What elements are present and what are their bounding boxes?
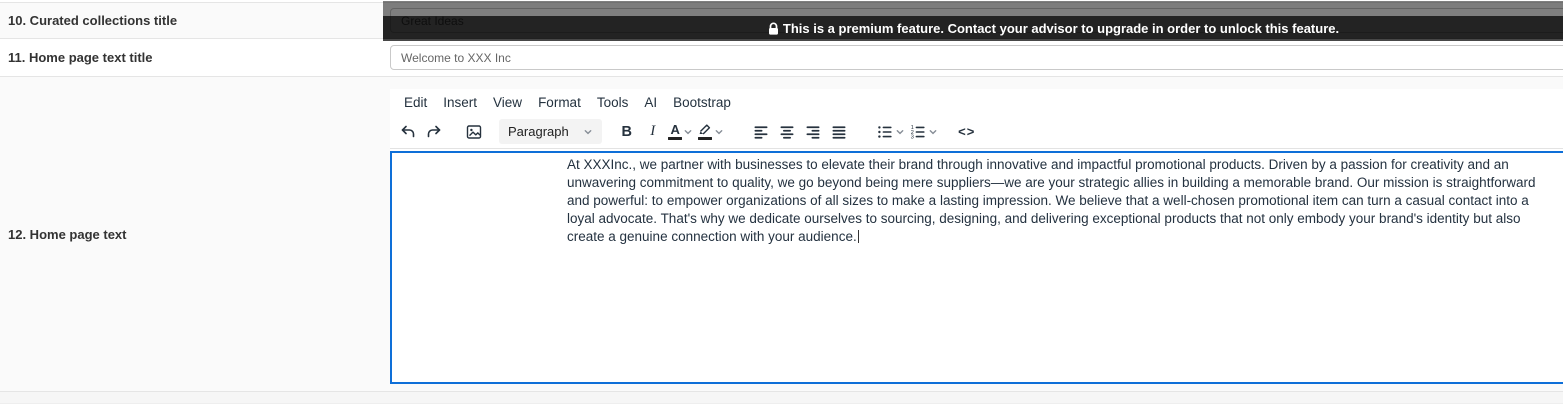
align-left-button[interactable]: [748, 119, 774, 145]
label-cell: 12. Home page text: [0, 77, 383, 391]
label-cell: 10. Curated collections title: [0, 3, 383, 38]
menu-edit[interactable]: Edit: [396, 92, 435, 113]
home-page-text-paragraph: At XXXInc., we partner with businesses t…: [567, 157, 1536, 244]
field-cell: This is a premium feature. Contact your …: [383, 1, 1563, 41]
menu-tools[interactable]: Tools: [589, 92, 637, 113]
numbered-list-icon: 1 2 3: [909, 123, 927, 141]
align-center-icon: [778, 123, 796, 141]
menu-insert[interactable]: Insert: [435, 92, 485, 113]
chevron-down-icon[interactable]: [928, 127, 938, 137]
lock-icon: [767, 22, 780, 36]
premium-lock-overlay: This is a premium feature. Contact your …: [383, 1, 1563, 41]
undo-button[interactable]: [395, 119, 421, 145]
highlight-color-button[interactable]: [696, 119, 726, 145]
rich-text-editor: Edit Insert View Format Tools AI Bootstr…: [390, 89, 1563, 384]
text-caret: [857, 230, 859, 243]
settings-form: 10. Curated collections title This is a …: [0, 1, 1563, 392]
premium-message-bar: This is a premium feature. Contact your …: [383, 16, 1563, 41]
field-label: 11. Home page text title: [8, 50, 153, 65]
bullet-list-icon: [876, 123, 894, 141]
editor-menubar: Edit Insert View Format Tools AI Bootstr…: [390, 89, 1563, 115]
undo-icon: [399, 123, 417, 141]
editor-content-area[interactable]: At XXXInc., we partner with businesses t…: [390, 151, 1563, 384]
highlight-icon: [698, 123, 713, 140]
bullet-list-button[interactable]: [874, 119, 907, 145]
align-right-icon: [804, 123, 822, 141]
justify-icon: [830, 123, 848, 141]
field-cell: [383, 39, 1563, 76]
menu-ai[interactable]: AI: [636, 92, 665, 113]
svg-text:3: 3: [911, 134, 914, 140]
align-right-button[interactable]: [800, 119, 826, 145]
insert-image-button[interactable]: [461, 119, 487, 145]
row-curated-collections-title: 10. Curated collections title This is a …: [0, 1, 1563, 41]
text-color-icon: A: [668, 123, 683, 140]
redo-button[interactable]: [421, 119, 447, 145]
paragraph-format-select[interactable]: Paragraph: [499, 119, 602, 144]
field-cell: Edit Insert View Format Tools AI Bootstr…: [383, 77, 1563, 391]
menu-view[interactable]: View: [485, 92, 530, 113]
row-home-page-text-title: 11. Home page text title: [0, 39, 1563, 77]
text-color-button[interactable]: A: [666, 119, 696, 145]
source-code-button[interactable]: <>: [954, 119, 980, 145]
label-cell: 11. Home page text title: [0, 39, 383, 76]
page-bottom-strip: [0, 392, 1563, 404]
italic-icon: I: [650, 123, 656, 139]
format-select-value: Paragraph: [508, 124, 569, 139]
italic-button[interactable]: I: [640, 119, 666, 145]
align-center-button[interactable]: [774, 119, 800, 145]
bold-icon: B: [621, 123, 632, 140]
bold-button[interactable]: B: [614, 119, 640, 145]
chevron-down-icon[interactable]: [683, 127, 693, 137]
home-page-text-title-input[interactable]: [390, 45, 1563, 70]
numbered-list-button[interactable]: 1 2 3: [907, 119, 940, 145]
chevron-down-icon[interactable]: [714, 127, 724, 137]
justify-button[interactable]: [826, 119, 852, 145]
code-icon: <>: [958, 124, 976, 139]
premium-message: This is a premium feature. Contact your …: [782, 21, 1340, 36]
field-label: 10. Curated collections title: [8, 13, 178, 28]
align-left-icon: [752, 123, 770, 141]
chevron-down-icon: [583, 127, 593, 137]
menu-format[interactable]: Format: [530, 92, 589, 113]
redo-icon: [425, 123, 443, 141]
editor-toolbar: Paragraph B I A 1 2 3 <>: [390, 115, 1563, 149]
field-label: 12. Home page text: [8, 226, 127, 242]
chevron-down-icon[interactable]: [895, 127, 905, 137]
image-icon: [465, 123, 483, 141]
row-home-page-text: 12. Home page text Edit Insert View Form…: [0, 77, 1563, 392]
menu-bootstrap[interactable]: Bootstrap: [665, 92, 739, 113]
